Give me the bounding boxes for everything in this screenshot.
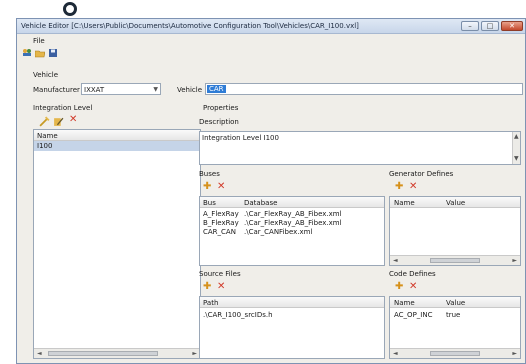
delete-code-define-icon[interactable]: ✕ (409, 282, 417, 292)
scroll-right-icon[interactable]: ► (512, 350, 517, 357)
menu-file[interactable]: File (33, 37, 45, 45)
save-icon[interactable] (48, 48, 58, 58)
code-value-column-header[interactable]: Value (446, 299, 465, 307)
bus-cell: A_FlexRay (203, 210, 239, 218)
buses-header: Bus Database (200, 197, 384, 208)
scroll-left-icon[interactable]: ◄ (393, 257, 398, 264)
list-item[interactable]: I100 (34, 141, 200, 151)
delete-generator-define-icon[interactable]: ✕ (409, 182, 417, 192)
edit-level-icon[interactable] (53, 116, 64, 127)
vehicle-editor-window: Vehicle Editor [C:\Users\Public\Document… (16, 18, 526, 364)
path-cell: .\CAR_I100_srcIDs.h (203, 311, 273, 319)
scroll-down-icon[interactable]: ▼ (514, 155, 519, 162)
description-value: Integration Level I100 (202, 134, 279, 142)
source-files-header: Path (200, 297, 384, 308)
generator-defines-label: Generator Defines (389, 170, 454, 178)
gen-value-column-header[interactable]: Value (446, 199, 465, 207)
manufacturer-select[interactable]: IXXAT ▼ (81, 83, 161, 95)
table-row[interactable]: AC_OP_INC true (390, 310, 520, 319)
list-item-label: I100 (37, 142, 53, 150)
table-row[interactable]: A_FlexRay .\Car_FlexRay_AB_Fibex.xml (200, 209, 384, 218)
source-files-table: Path .\CAR_I100_srcIDs.h (199, 296, 385, 359)
properties-label: Properties (203, 104, 239, 112)
scroll-up-icon[interactable]: ▲ (514, 133, 519, 140)
name-column-header[interactable]: Name (37, 132, 58, 140)
manufacturer-label: Manufacturer (33, 86, 80, 94)
integration-level-list: Name I100 ◄ ► (33, 129, 201, 359)
open-folder-icon[interactable] (35, 48, 45, 58)
code-defines-label: Code Defines (389, 270, 436, 278)
add-code-define-icon[interactable]: ✚ (395, 282, 403, 292)
description-input[interactable]: Integration Level I100 ▲ ▼ (199, 131, 521, 165)
window-title: Vehicle Editor [C:\Users\Public\Document… (21, 22, 359, 30)
bus-cell: CAR_CAN (203, 228, 236, 236)
new-vehicle-icon[interactable] (22, 48, 32, 58)
chevron-down-icon: ▼ (153, 86, 158, 93)
bus-cell: B_FlexRay (203, 219, 239, 227)
delete-level-icon[interactable]: ✕ (69, 115, 77, 125)
scroll-left-icon[interactable]: ◄ (393, 350, 398, 357)
list-header: Name (34, 130, 200, 141)
path-column-header[interactable]: Path (203, 299, 218, 307)
maximize-icon: □ (486, 22, 494, 30)
vehicle-label: Vehicle (177, 86, 203, 94)
code-name-column-header[interactable]: Name (394, 299, 415, 307)
source-files-label: Source Files (199, 270, 241, 278)
bus-column-header[interactable]: Bus (203, 199, 216, 207)
manufacturer-value: IXXAT (84, 86, 105, 94)
vehicle-value: CAR (207, 85, 226, 93)
cursor-ring-icon (63, 2, 77, 16)
new-level-icon[interactable] (39, 116, 50, 127)
horizontal-scrollbar[interactable]: ◄ ► (390, 348, 520, 358)
add-generator-define-icon[interactable]: ✚ (395, 182, 403, 192)
table-row[interactable]: .\CAR_I100_srcIDs.h (200, 310, 384, 319)
generator-defines-header: Name Value (390, 197, 520, 208)
database-cell: .\Car_FlexRay_AB_Fibex.xml (244, 210, 342, 218)
database-column-header[interactable]: Database (244, 199, 277, 207)
title-bar: Vehicle Editor [C:\Users\Public\Document… (17, 19, 525, 34)
horizontal-scrollbar[interactable]: ◄ ► (34, 348, 200, 358)
database-cell: .\Car_FlexRay_AB_Fibex.xml (244, 219, 342, 227)
generator-defines-table: Name Value ◄ ► (389, 196, 521, 266)
table-row[interactable]: B_FlexRay .\Car_FlexRay_AB_Fibex.xml (200, 218, 384, 227)
code-defines-header: Name Value (390, 297, 520, 308)
table-row[interactable]: CAR_CAN .\Car_CANFibex.xml (200, 227, 384, 236)
minimize-button[interactable]: – (461, 21, 479, 31)
horizontal-scrollbar[interactable]: ◄ ► (390, 255, 520, 265)
buses-label: Buses (199, 170, 220, 178)
scrollbar-thumb[interactable] (430, 351, 480, 356)
integration-level-label: Integration Level (33, 104, 93, 112)
buses-table: Bus Database A_FlexRay .\Car_FlexRay_AB_… (199, 196, 385, 266)
scroll-right-icon[interactable]: ► (512, 257, 517, 264)
description-label: Description (199, 118, 239, 126)
add-bus-icon[interactable]: ✚ (203, 182, 211, 192)
scrollbar-thumb[interactable] (430, 258, 480, 263)
code-value-cell: true (446, 311, 461, 319)
vehicle-input[interactable]: CAR (205, 83, 523, 95)
main-toolbar (17, 47, 525, 60)
code-name-cell: AC_OP_INC (394, 311, 433, 319)
minimize-icon: – (468, 22, 472, 30)
vehicle-section-label: Vehicle (33, 71, 59, 79)
description-scrollbar[interactable]: ▲ ▼ (512, 132, 520, 164)
close-icon: ✕ (509, 22, 515, 30)
add-source-file-icon[interactable]: ✚ (203, 282, 211, 292)
menu-bar: File (17, 34, 525, 46)
scrollbar-thumb[interactable] (48, 351, 158, 356)
delete-bus-icon[interactable]: ✕ (217, 182, 225, 192)
scroll-right-icon[interactable]: ► (192, 350, 197, 357)
code-defines-table: Name Value AC_OP_INC true ◄ ► (389, 296, 521, 359)
database-cell: .\Car_CANFibex.xml (244, 228, 313, 236)
scroll-left-icon[interactable]: ◄ (37, 350, 42, 357)
maximize-button[interactable]: □ (481, 21, 499, 31)
delete-source-file-icon[interactable]: ✕ (217, 282, 225, 292)
gen-name-column-header[interactable]: Name (394, 199, 415, 207)
close-button[interactable]: ✕ (501, 21, 523, 31)
